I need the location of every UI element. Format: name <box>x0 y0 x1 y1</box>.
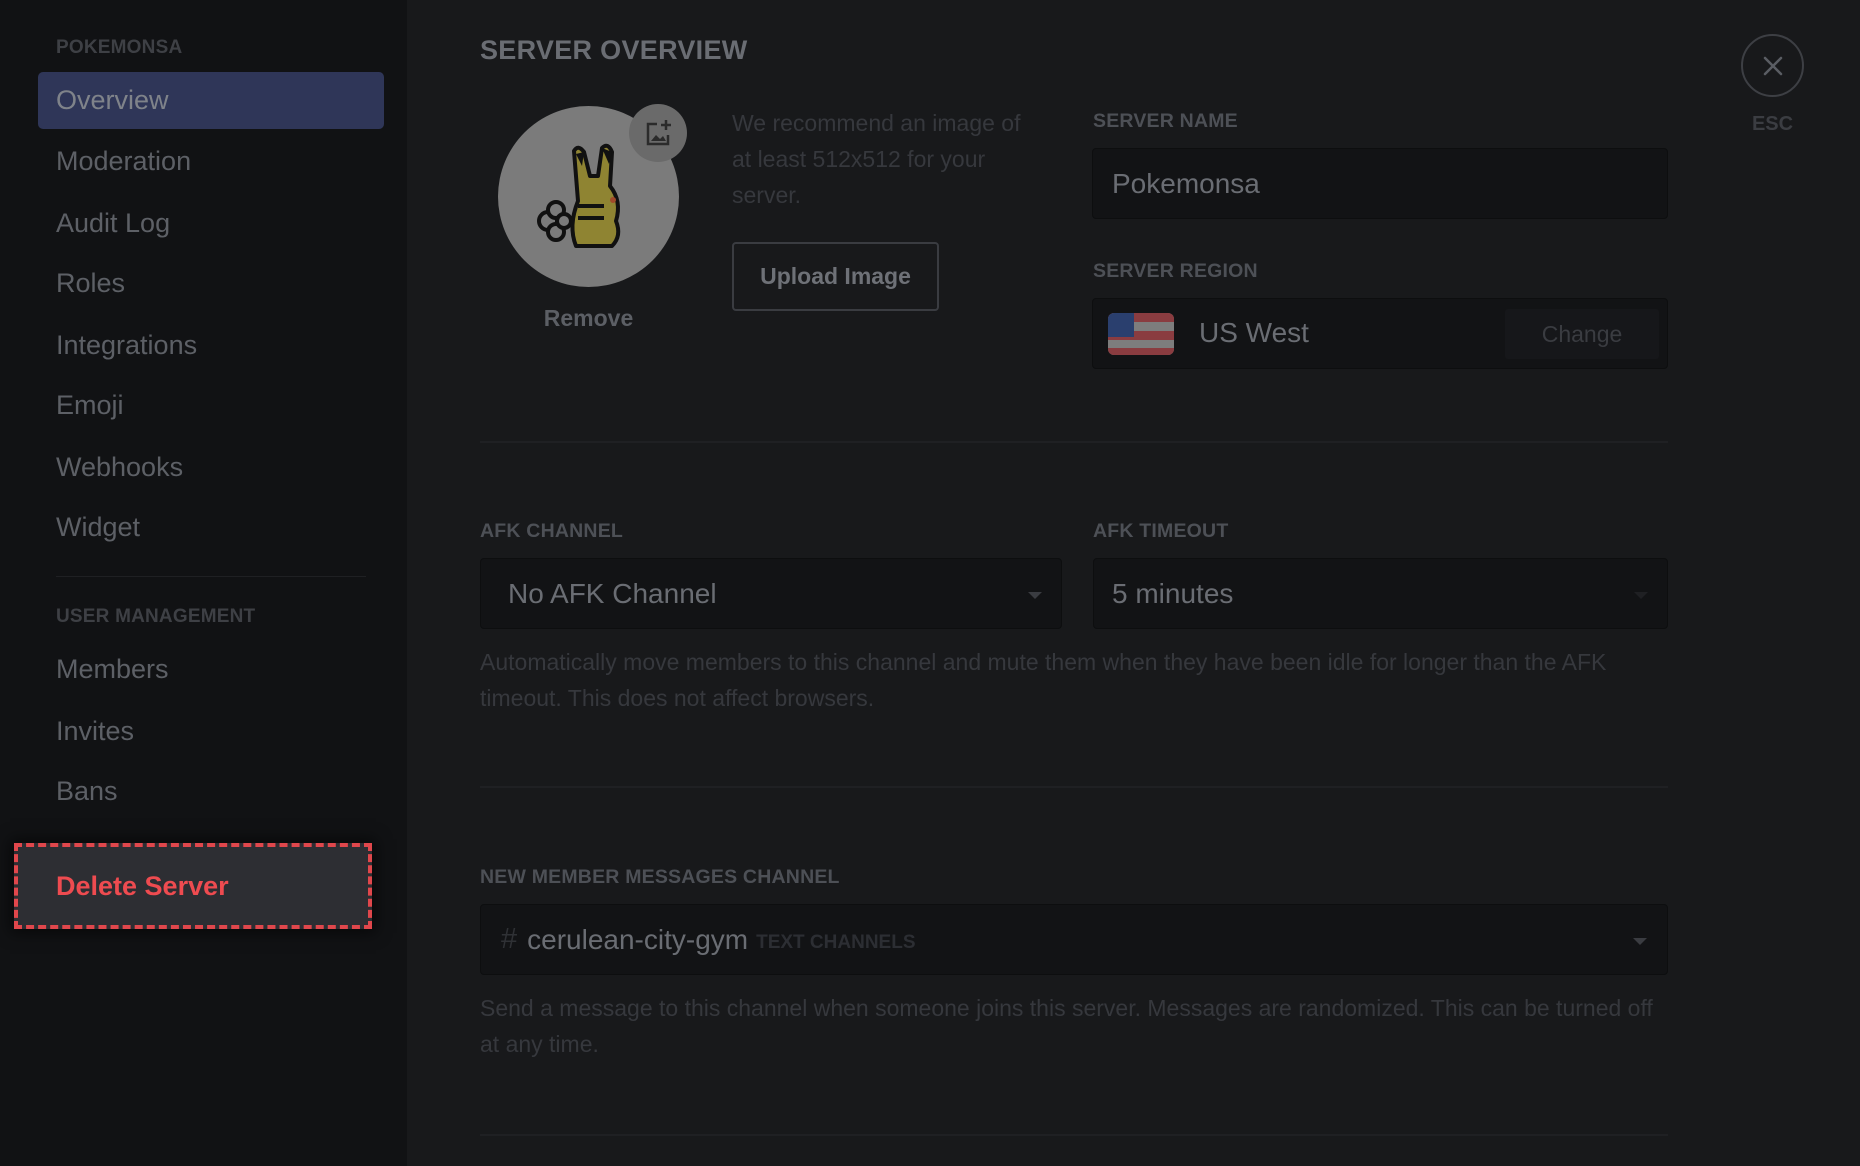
remove-icon-link[interactable]: Remove <box>498 305 679 332</box>
sidebar-item-label: Integrations <box>56 330 198 360</box>
new-member-channel-select[interactable]: # cerulean-city-gym TEXT CHANNELS <box>480 904 1668 975</box>
upload-image-button[interactable]: Upload Image <box>732 242 939 311</box>
hash-icon: # <box>501 923 518 955</box>
sidebar-item-label: Widget <box>56 512 141 542</box>
server-region-field: US West Change <box>1092 298 1668 369</box>
server-region-value: US West <box>1199 317 1309 348</box>
close-button[interactable] <box>1741 34 1804 97</box>
afk-timeout-select[interactable]: 5 minutes <box>1093 558 1668 629</box>
afk-timeout-value: 5 minutes <box>1112 577 1234 609</box>
new-member-channel-label: NEW MEMBER MESSAGES CHANNEL <box>480 866 840 888</box>
chevron-down-icon <box>1028 592 1042 599</box>
sidebar-item-audit-log[interactable]: Audit Log <box>38 195 384 252</box>
sidebar-item-label: Invites <box>56 716 135 746</box>
new-member-help-text: Send a message to this channel when some… <box>480 995 1653 1057</box>
delete-server-label: Delete Server <box>56 870 229 901</box>
delete-server-button[interactable]: Delete Server <box>14 843 372 929</box>
afk-channel-label: AFK CHANNEL <box>480 520 624 542</box>
sidebar-item-bans[interactable]: Bans <box>38 763 384 820</box>
afk-channel-value: No AFK Channel <box>508 577 717 609</box>
close-icon <box>1763 56 1782 75</box>
sidebar-item-roles[interactable]: Roles <box>38 255 384 312</box>
channel-category: TEXT CHANNELS <box>756 931 916 953</box>
sidebar-item-label: Audit Log <box>56 208 171 238</box>
sidebar-divider <box>56 576 366 577</box>
sidebar-item-webhooks[interactable]: Webhooks <box>38 439 384 496</box>
sidebar-item-integrations[interactable]: Integrations <box>38 317 384 374</box>
settings-sidebar: POKEMONSA Overview Moderation Audit Log … <box>0 0 407 1166</box>
section-divider <box>480 786 1668 788</box>
icon-recommendation-text: We recommend an image of at least 512x51… <box>732 110 1021 208</box>
afk-channel-select[interactable]: No AFK Channel <box>480 558 1062 629</box>
server-name-value: Pokemonsa <box>1112 167 1260 199</box>
chevron-down-icon <box>1633 938 1647 945</box>
server-name-label: SERVER NAME <box>1093 110 1238 132</box>
user-management-header: USER MANAGEMENT <box>56 606 256 627</box>
sidebar-item-label: Emoji <box>56 390 124 420</box>
section-divider <box>480 441 1668 443</box>
server-section-header: POKEMONSA <box>56 37 183 58</box>
server-name-input[interactable]: Pokemonsa <box>1092 148 1668 219</box>
sidebar-item-members[interactable]: Members <box>38 641 384 698</box>
sidebar-item-label: Webhooks <box>56 452 184 482</box>
add-image-icon <box>646 120 671 146</box>
esc-label: ESC <box>1751 113 1794 135</box>
sidebar-item-label: Bans <box>56 776 118 806</box>
sidebar-item-overview[interactable]: Overview <box>38 72 384 129</box>
new-member-channel-value: cerulean-city-gym <box>527 923 749 955</box>
sidebar-item-label: Members <box>56 654 169 684</box>
sidebar-item-label: Moderation <box>56 146 192 176</box>
sidebar-item-invites[interactable]: Invites <box>38 703 384 760</box>
section-divider <box>480 1134 1668 1136</box>
sidebar-item-label: Overview <box>56 85 169 115</box>
chevron-down-icon <box>1634 592 1648 599</box>
sidebar-item-label: Roles <box>56 268 126 298</box>
change-region-button[interactable]: Change <box>1505 309 1659 359</box>
add-image-button[interactable] <box>629 104 687 162</box>
server-overview-panel: SERVER OVERVIEW Remove We recommend an i… <box>407 0 1860 1166</box>
sidebar-item-emoji[interactable]: Emoji <box>38 377 384 434</box>
us-flag-icon <box>1108 313 1174 355</box>
afk-help-text: Automatically move members to this chann… <box>480 649 1607 711</box>
sidebar-item-widget[interactable]: Widget <box>38 499 384 556</box>
afk-timeout-label: AFK TIMEOUT <box>1093 520 1229 542</box>
page-title: SERVER OVERVIEW <box>480 35 748 65</box>
sidebar-item-moderation[interactable]: Moderation <box>38 133 384 190</box>
server-region-label: SERVER REGION <box>1093 260 1258 282</box>
